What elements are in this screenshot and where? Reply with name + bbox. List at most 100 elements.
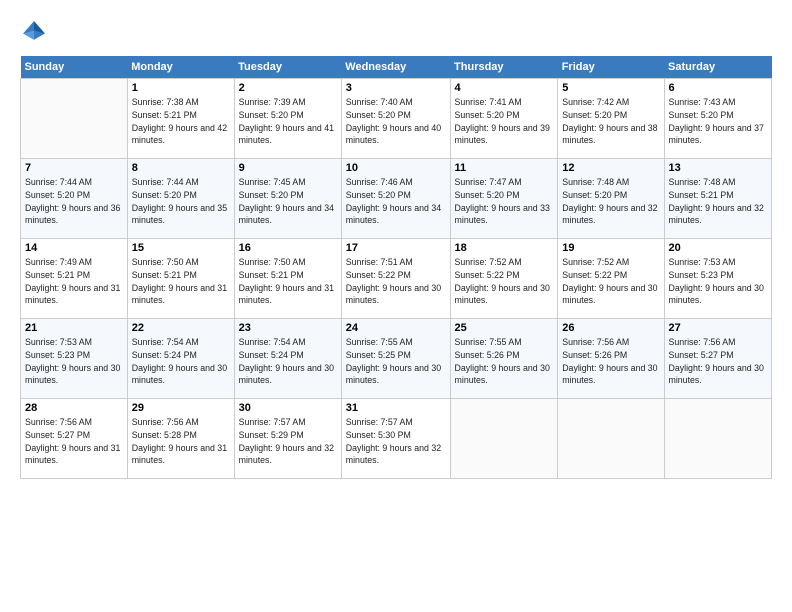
- day-number: 20: [669, 242, 768, 254]
- daylight-text: Daylight: 9 hours and 32 minutes.: [669, 203, 764, 226]
- day-info: Sunrise: 7:52 AMSunset: 5:22 PMDaylight:…: [455, 256, 554, 307]
- sunset-text: Sunset: 5:27 PM: [669, 350, 734, 360]
- sunset-text: Sunset: 5:26 PM: [562, 350, 627, 360]
- sunrise-text: Sunrise: 7:45 AM: [239, 177, 306, 187]
- daylight-text: Daylight: 9 hours and 30 minutes.: [239, 363, 334, 386]
- sunset-text: Sunset: 5:21 PM: [239, 270, 304, 280]
- sunset-text: Sunset: 5:26 PM: [455, 350, 520, 360]
- day-info: Sunrise: 7:55 AMSunset: 5:25 PMDaylight:…: [346, 336, 446, 387]
- sunset-text: Sunset: 5:25 PM: [346, 350, 411, 360]
- sunrise-text: Sunrise: 7:56 AM: [669, 337, 736, 347]
- sunrise-text: Sunrise: 7:48 AM: [669, 177, 736, 187]
- day-number: 14: [25, 242, 123, 254]
- day-number: 8: [132, 162, 230, 174]
- daylight-text: Daylight: 9 hours and 36 minutes.: [25, 203, 120, 226]
- sunset-text: Sunset: 5:22 PM: [346, 270, 411, 280]
- calendar-cell: 21Sunrise: 7:53 AMSunset: 5:23 PMDayligh…: [21, 319, 128, 399]
- day-number: 12: [562, 162, 659, 174]
- calendar-cell: 16Sunrise: 7:50 AMSunset: 5:21 PMDayligh…: [234, 239, 341, 319]
- calendar-cell: [664, 399, 772, 479]
- calendar-cell: 4Sunrise: 7:41 AMSunset: 5:20 PMDaylight…: [450, 79, 558, 159]
- daylight-text: Daylight: 9 hours and 30 minutes.: [669, 363, 764, 386]
- calendar-cell: 7Sunrise: 7:44 AMSunset: 5:20 PMDaylight…: [21, 159, 128, 239]
- daylight-text: Daylight: 9 hours and 31 minutes.: [132, 443, 227, 466]
- page: SundayMondayTuesdayWednesdayThursdayFrid…: [0, 0, 792, 612]
- day-number: 11: [455, 162, 554, 174]
- day-info: Sunrise: 7:56 AMSunset: 5:26 PMDaylight:…: [562, 336, 659, 387]
- sunrise-text: Sunrise: 7:48 AM: [562, 177, 629, 187]
- sunset-text: Sunset: 5:21 PM: [669, 190, 734, 200]
- day-info: Sunrise: 7:47 AMSunset: 5:20 PMDaylight:…: [455, 176, 554, 227]
- daylight-text: Daylight: 9 hours and 30 minutes.: [346, 363, 441, 386]
- sunrise-text: Sunrise: 7:44 AM: [132, 177, 199, 187]
- calendar-cell: [558, 399, 664, 479]
- daylight-text: Daylight: 9 hours and 39 minutes.: [455, 123, 550, 146]
- day-info: Sunrise: 7:57 AMSunset: 5:29 PMDaylight:…: [239, 416, 337, 467]
- daylight-text: Daylight: 9 hours and 40 minutes.: [346, 123, 441, 146]
- day-number: 4: [455, 82, 554, 94]
- sunrise-text: Sunrise: 7:40 AM: [346, 97, 413, 107]
- daylight-text: Daylight: 9 hours and 41 minutes.: [239, 123, 334, 146]
- day-info: Sunrise: 7:53 AMSunset: 5:23 PMDaylight:…: [669, 256, 768, 307]
- day-number: 5: [562, 82, 659, 94]
- daylight-text: Daylight: 9 hours and 30 minutes.: [25, 363, 120, 386]
- sunset-text: Sunset: 5:22 PM: [562, 270, 627, 280]
- day-info: Sunrise: 7:52 AMSunset: 5:22 PMDaylight:…: [562, 256, 659, 307]
- sunset-text: Sunset: 5:20 PM: [239, 110, 304, 120]
- day-info: Sunrise: 7:51 AMSunset: 5:22 PMDaylight:…: [346, 256, 446, 307]
- day-number: 18: [455, 242, 554, 254]
- daylight-text: Daylight: 9 hours and 30 minutes.: [132, 363, 227, 386]
- calendar-cell: 3 Sunrise: 7:40 AMSunset: 5:20 PMDaylight…: [341, 79, 450, 159]
- day-info: Sunrise: 7:56 AMSunset: 5:27 PMDaylight:…: [25, 416, 123, 467]
- day-info: Sunrise: 7:55 AMSunset: 5:26 PMDaylight:…: [455, 336, 554, 387]
- day-number: 31: [346, 402, 446, 414]
- day-number: 28: [25, 402, 123, 414]
- day-info: Sunrise: 7:48 AM Sunset: 5:21 PM Daylight:…: [669, 176, 768, 227]
- day-number: 2: [239, 82, 337, 94]
- sunrise-text: Sunrise: 7:50 AM: [239, 257, 306, 267]
- sunrise-text: Sunrise: 7:44 AM: [25, 177, 92, 187]
- calendar-cell: 8 Sunrise: 7:44 AMSunset: 5:20 PMDaylight…: [127, 159, 234, 239]
- day-number: 13: [669, 162, 768, 174]
- sunset-text: Sunset: 5:29 PM: [239, 430, 304, 440]
- daylight-text: Daylight: 9 hours and 30 minutes.: [455, 363, 550, 386]
- sunset-text: Sunset: 5:23 PM: [25, 350, 90, 360]
- day-number: 17: [346, 242, 446, 254]
- logo: [20, 18, 52, 46]
- day-number: 3: [346, 82, 446, 94]
- sunset-text: Sunset: 5:23 PM: [669, 270, 734, 280]
- day-info: Sunrise: 7:49 AMSunset: 5:21 PMDaylight:…: [25, 256, 123, 307]
- day-number: 24: [346, 322, 446, 334]
- calendar-cell: [21, 79, 128, 159]
- sunrise-text: Sunrise: 7:47 AM: [455, 177, 522, 187]
- sunrise-text: Sunrise: 7:46 AM: [346, 177, 413, 187]
- day-info: Sunrise: 7:44 AMSunset: 5:20 PMDaylight:…: [132, 176, 230, 227]
- sunrise-text: Sunrise: 7:54 AM: [239, 337, 306, 347]
- calendar-cell: 24 Sunrise: 7:55 AMSunset: 5:25 PMDayligh…: [341, 319, 450, 399]
- sunset-text: Sunset: 5:20 PM: [562, 190, 627, 200]
- calendar-cell: 28 Sunrise: 7:56 AMSunset: 5:27 PMDayligh…: [21, 399, 128, 479]
- calendar-cell: 10Sunrise: 7:46 AMSunset: 5:20 PMDayligh…: [341, 159, 450, 239]
- calendar-cell: 27Sunrise: 7:56 AMSunset: 5:27 PMDayligh…: [664, 319, 772, 399]
- calendar-cell: 2 Sunrise: 7:39 AMSunset: 5:20 PMDaylight…: [234, 79, 341, 159]
- calendar-header-row: SundayMondayTuesdayWednesdayThursdayFrid…: [21, 56, 772, 79]
- day-number: 15: [132, 242, 230, 254]
- calendar-cell: 30Sunrise: 7:57 AMSunset: 5:29 PMDayligh…: [234, 399, 341, 479]
- sunrise-text: Sunrise: 7:54 AM: [132, 337, 199, 347]
- sunset-text: Sunset: 5:21 PM: [25, 270, 90, 280]
- calendar-cell: 15Sunrise: 7:50 AMSunset: 5:21 PMDayligh…: [127, 239, 234, 319]
- sunset-text: Sunset: 5:20 PM: [455, 190, 520, 200]
- day-info: Sunrise: 7:56 AM Sunset: 5:27 PM Daylight:…: [669, 336, 768, 387]
- calendar-table: SundayMondayTuesdayWednesdayThursdayFrid…: [20, 56, 772, 479]
- day-info: Sunrise: 7:39 AMSunset: 5:20 PMDaylight:…: [239, 96, 337, 147]
- daylight-text: Daylight: 9 hours and 38 minutes.: [562, 123, 657, 146]
- sunrise-text: Sunrise: 7:56 AM: [562, 337, 629, 347]
- day-info: Sunrise: 7:54 AMSunset: 5:24 PMDaylight:…: [132, 336, 230, 387]
- day-info: Sunrise: 7:43 AMSunset: 5:20 PMDaylight:…: [669, 96, 768, 147]
- day-info: Sunrise: 7:56 AMSunset: 5:28 PMDaylight:…: [132, 416, 230, 467]
- daylight-text: Daylight: 9 hours and 34 minutes.: [346, 203, 441, 226]
- sunrise-text: Sunrise: 7:43 AM: [669, 97, 736, 107]
- daylight-text: Daylight: 9 hours and 31 minutes.: [132, 283, 227, 306]
- day-info: Sunrise: 7:57 AMSunset: 5:30 PMDaylight:…: [346, 416, 446, 467]
- day-info: Sunrise: 7:40 AMSunset: 5:20 PMDaylight:…: [346, 96, 446, 147]
